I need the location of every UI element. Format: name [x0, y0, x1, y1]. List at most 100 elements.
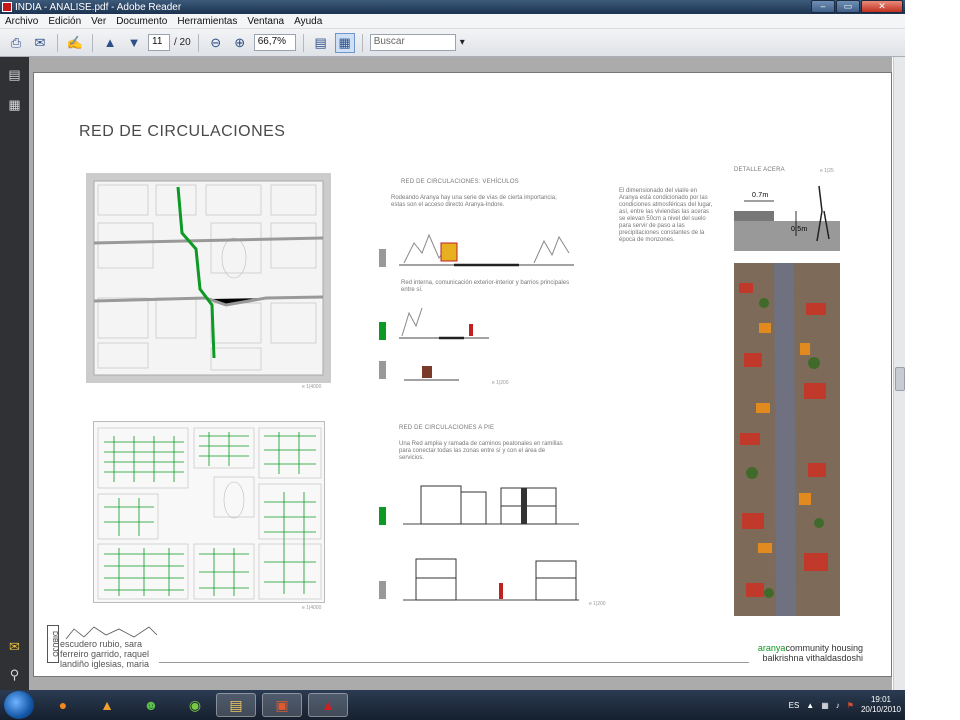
page-number-input[interactable]: 11: [148, 34, 170, 51]
vehicle-road-section: [399, 233, 574, 267]
legend-bar-gray: [379, 249, 386, 267]
pdf-page: RED DE CIRCULACIONES e 1|4000 e 1|4000 R…: [33, 72, 892, 677]
vehicle-network-map: [86, 173, 331, 383]
alley-section: [403, 558, 579, 601]
fit-width-icon[interactable]: ▦: [334, 32, 355, 53]
project-credits: aranyacommunity housing balkrishna vitha…: [758, 643, 863, 663]
explorer-icon[interactable]: ▤: [216, 693, 256, 717]
legend-bar-green: [379, 507, 386, 525]
powerpoint-icon[interactable]: ▣: [262, 693, 302, 717]
map1-scale: e 1|4000: [302, 384, 322, 390]
author-3: landiño iglesias, maria: [60, 659, 150, 669]
zoom-in-icon[interactable]: ⊕: [230, 33, 250, 53]
menu-herramientas[interactable]: Herramientas: [177, 16, 237, 27]
menu-ayuda[interactable]: Ayuda: [294, 16, 322, 27]
clock[interactable]: 19:01 20/10/2010: [861, 695, 901, 715]
bookmarks-icon[interactable]: ▦: [7, 97, 22, 114]
aerial-photo-drawing: [734, 263, 840, 616]
sections-scale: e 1|200: [492, 380, 509, 386]
clock-date: 20/10/2010: [860, 705, 901, 714]
climate-text: El dimensionado del vial/e en Aranya est…: [619, 188, 713, 243]
scrollbar-thumb[interactable]: [895, 367, 905, 391]
page-title: RED DE CIRCULACIONES: [79, 123, 286, 140]
share-icon[interactable]: ✉: [30, 33, 50, 53]
menu-ventana[interactable]: Ventana: [247, 16, 284, 27]
toolbar-divider: [197, 33, 199, 52]
authors-list: escudero rubio, sara ferreiro garrido, r…: [60, 639, 149, 669]
toolbar: ⎙ ✉ ✍ ▲ ▼ 11 / 20 ⊖ ⊕ 66,7% ▤ ▦ Buscar ▾: [0, 29, 905, 57]
toolbar-divider: [361, 33, 363, 52]
fit-page-icon[interactable]: ▤: [311, 33, 331, 53]
pedestrian-street-section: [403, 485, 579, 525]
search-dropdown-icon[interactable]: ▾: [460, 37, 465, 48]
network-icon[interactable]: ▦: [821, 701, 829, 710]
messenger-icon[interactable]: ☻: [136, 693, 166, 717]
map2-scale: e 1|4000: [302, 605, 322, 611]
menu-archivo[interactable]: Archivo: [5, 16, 38, 27]
search-input[interactable]: Buscar: [369, 34, 456, 51]
footer-divider: [159, 662, 749, 663]
author-2: ferreiro garrido, raquel: [60, 649, 150, 659]
zoom-select[interactable]: 66,7%: [253, 34, 296, 51]
start-button[interactable]: [4, 691, 34, 719]
tray-expand-icon[interactable]: ▲: [806, 701, 814, 710]
pedestrian-map-drawing: [97, 427, 322, 600]
toolbar-divider: [302, 33, 304, 52]
close-button[interactable]: ✕: [861, 0, 903, 13]
next-page-icon[interactable]: ▼: [124, 33, 144, 53]
footer-label: DIBUJO: [47, 625, 59, 663]
attachment-icon[interactable]: ⚲: [7, 667, 22, 684]
language-indicator[interactable]: ES: [789, 701, 800, 710]
legend-bar-gray: [379, 581, 386, 599]
internal-network-text: Red interna, comunicación exterior-inter…: [401, 280, 570, 293]
project-name: aranya: [757, 643, 786, 653]
detail-scale: e 1|25: [820, 168, 834, 174]
taskbar: ● ▲ ☻ ◉ ▤ ▣ ▲ ES ▲ ▦ ♪ ⚑ 19:01 20/10/201…: [0, 690, 905, 720]
vertical-scrollbar[interactable]: [893, 57, 905, 690]
pages-icon[interactable]: ▤: [7, 67, 22, 84]
system-tray: ES ▲ ▦ ♪ ⚑ 19:01 20/10/2010: [789, 690, 901, 720]
aerial-street-photo: [734, 263, 840, 616]
print-icon[interactable]: ⎙: [6, 33, 26, 53]
desktop-background: [905, 0, 960, 720]
architect-name: balkrishna vithaldasdoshi: [762, 653, 863, 663]
volume-icon[interactable]: ♪: [836, 701, 840, 710]
comment-icon[interactable]: ✉: [7, 639, 22, 656]
vehicle-map-drawing: [93, 180, 324, 376]
zoom-out-icon[interactable]: ⊖: [206, 33, 226, 53]
internal-street-section: [399, 307, 489, 340]
sidewalk-detail-drawing: [734, 185, 840, 251]
detail-heading: DETALLE ACERA: [734, 167, 785, 173]
lane-section: [404, 366, 459, 381]
detail-height: 0.5m: [791, 226, 808, 233]
window-title: INDIA - ANALISE.pdf - Adobe Reader: [15, 1, 182, 13]
adobe-reader-icon[interactable]: ▲: [308, 693, 348, 717]
spotify-icon[interactable]: ◉: [180, 693, 210, 717]
author-1: escudero rubio, sara: [60, 639, 143, 649]
detail-width: 0.7m: [752, 192, 769, 199]
sign-icon[interactable]: ✍: [65, 33, 85, 53]
firefox-icon[interactable]: ●: [48, 693, 78, 717]
navigation-pane: ▤ ▦ ✉ ⚲: [0, 57, 29, 690]
sections-scale-2: e 1|200: [589, 601, 606, 607]
pedestrian-network-map: [93, 421, 325, 603]
maximize-button[interactable]: ▭: [836, 0, 860, 13]
flag-icon[interactable]: ⚑: [847, 701, 854, 710]
vehicles-heading: RED DE CIRCULACIONES: VEHÍCULOS: [401, 179, 519, 185]
menu-documento[interactable]: Documento: [116, 16, 167, 27]
legend-bar-green: [379, 322, 386, 340]
vehicles-text: Rodeando Aranya hay una serie de vías de…: [391, 195, 557, 208]
previous-page-icon[interactable]: ▲: [100, 33, 120, 53]
adobe-reader-icon: [2, 2, 12, 12]
toolbar-divider: [92, 33, 93, 52]
minimize-button[interactable]: –: [811, 0, 835, 13]
toolbar-divider: [57, 33, 58, 52]
menu-edicion[interactable]: Edición: [48, 16, 81, 27]
legend-bar-gray: [379, 361, 386, 379]
project-subtitle: community housing: [785, 643, 863, 653]
menu-ver[interactable]: Ver: [91, 16, 106, 27]
pedestrian-text: Una Red amplia y ramada de caminos peato…: [399, 441, 563, 461]
pedestrian-heading: RED DE CIRCULACIONES A PIE: [399, 425, 495, 431]
menu-bar: Archivo Edición Ver Documento Herramient…: [0, 14, 905, 29]
vlc-icon[interactable]: ▲: [92, 693, 122, 717]
